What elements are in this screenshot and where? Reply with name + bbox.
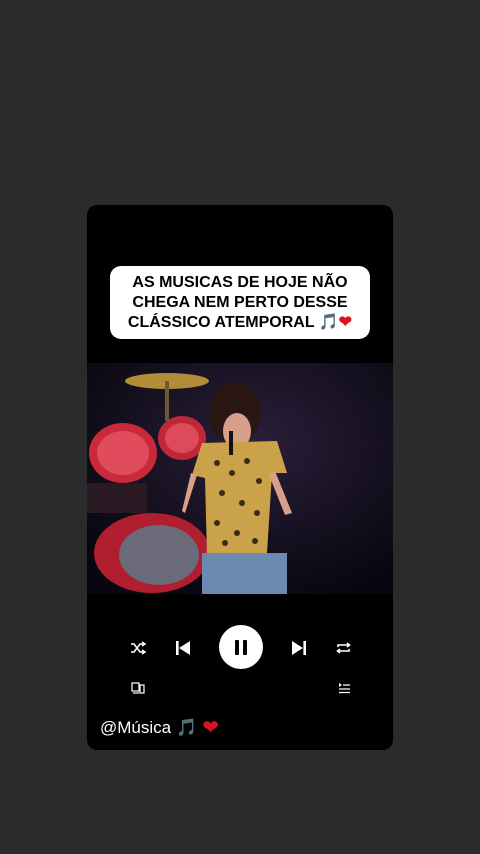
queue-icon[interactable] [338, 682, 351, 694]
video-frame[interactable] [87, 363, 393, 594]
repeat-button[interactable] [332, 620, 354, 676]
pause-icon-bar [243, 639, 247, 655]
repeat-icon [335, 642, 351, 654]
caption-box: AS MUSICAS DE HOJE NÃO CHEGA NEM PERTO D… [110, 266, 370, 339]
handle-text: @Música [100, 717, 172, 737]
skip-next-icon [292, 641, 306, 655]
pause-icon [235, 639, 239, 655]
pause-button[interactable] [219, 625, 263, 669]
account-handle: @Música 🎵 ❤ [100, 715, 219, 740]
caption-line-1: AS MUSICAS DE HOJE NÃO [132, 273, 348, 291]
heart-emoji: ❤ [338, 313, 353, 331]
previous-button[interactable] [172, 620, 194, 676]
music-note-emoji: 🎵 [318, 313, 339, 331]
caption-line-3-text: CLÁSSICO ATEMPORAL [127, 313, 319, 331]
player-card: AS MUSICAS DE HOJE NÃO CHEGA NEM PERTO D… [87, 205, 393, 750]
shuffle-icon [131, 641, 146, 655]
heart-emoji: ❤ [202, 717, 220, 739]
skip-previous-icon [176, 641, 190, 655]
next-button[interactable] [288, 620, 310, 676]
music-note-emoji: 🎵 [176, 717, 198, 737]
concert-scene-image [87, 363, 393, 594]
caption-line-3: CLÁSSICO ATEMPORAL 🎵❤ [128, 313, 352, 333]
shuffle-button[interactable] [127, 620, 149, 676]
caption-line-2: CHEGA NEM PERTO DESSE [132, 293, 348, 311]
devices-icon[interactable] [131, 682, 145, 694]
